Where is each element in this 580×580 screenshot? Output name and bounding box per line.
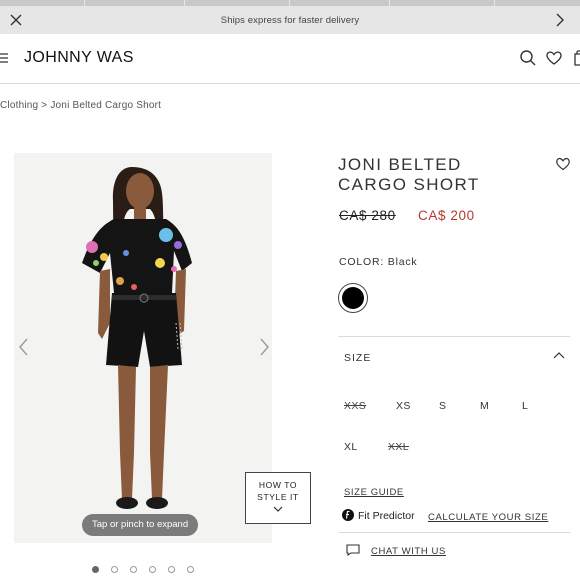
color-label-value: Black bbox=[387, 256, 418, 268]
search-icon[interactable] bbox=[519, 49, 537, 67]
breadcrumb-separator: > bbox=[41, 100, 48, 111]
size-guide-link[interactable]: SIZE GUIDE bbox=[344, 487, 404, 498]
style-it-line1: HOW TO bbox=[258, 480, 298, 490]
how-to-style-it-button[interactable]: HOW TO STYLE IT bbox=[245, 472, 311, 524]
close-icon[interactable] bbox=[8, 12, 24, 28]
tap-to-expand-hint: Tap or pinch to expand bbox=[82, 514, 199, 536]
product-title: JONI BELTED CARGO SHORT bbox=[338, 155, 538, 195]
product-image-gallery[interactable] bbox=[14, 153, 272, 543]
size-option-xs[interactable]: XS bbox=[396, 400, 411, 412]
divider bbox=[338, 336, 570, 337]
chat-icon bbox=[346, 544, 360, 556]
site-header: JOHNNY WAS bbox=[0, 34, 580, 84]
gallery-dot[interactable] bbox=[92, 566, 99, 573]
original-price: CA$ 280 bbox=[339, 208, 396, 223]
gallery-next-icon[interactable] bbox=[257, 337, 271, 357]
product-title-line1: JONI BELTED bbox=[338, 155, 462, 174]
color-swatch-black[interactable] bbox=[338, 283, 368, 313]
gallery-pagination bbox=[92, 566, 194, 573]
announcement-text: Ships express for faster delivery bbox=[220, 14, 360, 26]
size-option-xl[interactable]: XL bbox=[344, 441, 358, 453]
heart-icon[interactable] bbox=[545, 49, 563, 67]
color-label-key: COLOR: bbox=[339, 256, 385, 268]
product-image bbox=[82, 167, 192, 509]
size-option-m[interactable]: M bbox=[480, 400, 489, 412]
size-option-s[interactable]: S bbox=[439, 400, 446, 412]
fit-predictor-label: Fit Predictor bbox=[358, 510, 415, 522]
divider bbox=[338, 532, 570, 533]
gallery-dot[interactable] bbox=[187, 566, 194, 573]
size-section-label[interactable]: SIZE bbox=[344, 352, 371, 364]
size-option-xxs[interactable]: XXS bbox=[344, 400, 366, 412]
product-title-line2: CARGO SHORT bbox=[338, 175, 480, 194]
style-it-line2: STYLE IT bbox=[257, 492, 299, 502]
breadcrumb: Clothing > Joni Belted Cargo Short bbox=[0, 100, 161, 111]
site-logo[interactable]: JOHNNY WAS bbox=[24, 49, 134, 67]
gallery-dot[interactable] bbox=[149, 566, 156, 573]
gallery-prev-icon[interactable] bbox=[17, 337, 31, 357]
fit-predictor-icon bbox=[342, 509, 354, 521]
gallery-dot[interactable] bbox=[168, 566, 175, 573]
swatch-fill bbox=[342, 287, 364, 309]
wishlist-heart-icon[interactable] bbox=[555, 156, 571, 171]
calculate-size-link[interactable]: CALCULATE YOUR SIZE bbox=[428, 512, 548, 523]
size-option-l[interactable]: L bbox=[522, 400, 528, 412]
gallery-dot[interactable] bbox=[130, 566, 137, 573]
chevron-down-icon bbox=[273, 506, 283, 512]
breadcrumb-link-clothing[interactable]: Clothing bbox=[0, 100, 38, 111]
color-label: COLOR: Black bbox=[339, 256, 417, 268]
sale-price: CA$ 200 bbox=[418, 208, 475, 223]
chevron-right-icon[interactable] bbox=[552, 12, 568, 28]
breadcrumb-current: Joni Belted Cargo Short bbox=[50, 100, 162, 111]
announcement-bar: Ships express for faster delivery bbox=[0, 6, 580, 34]
cart-icon[interactable] bbox=[572, 49, 580, 67]
size-option-xxl[interactable]: XXL bbox=[388, 441, 409, 453]
gallery-dot[interactable] bbox=[111, 566, 118, 573]
chat-with-us-link[interactable]: CHAT WITH US bbox=[371, 546, 446, 557]
menu-icon[interactable] bbox=[0, 52, 10, 64]
chevron-up-icon[interactable] bbox=[552, 350, 566, 360]
